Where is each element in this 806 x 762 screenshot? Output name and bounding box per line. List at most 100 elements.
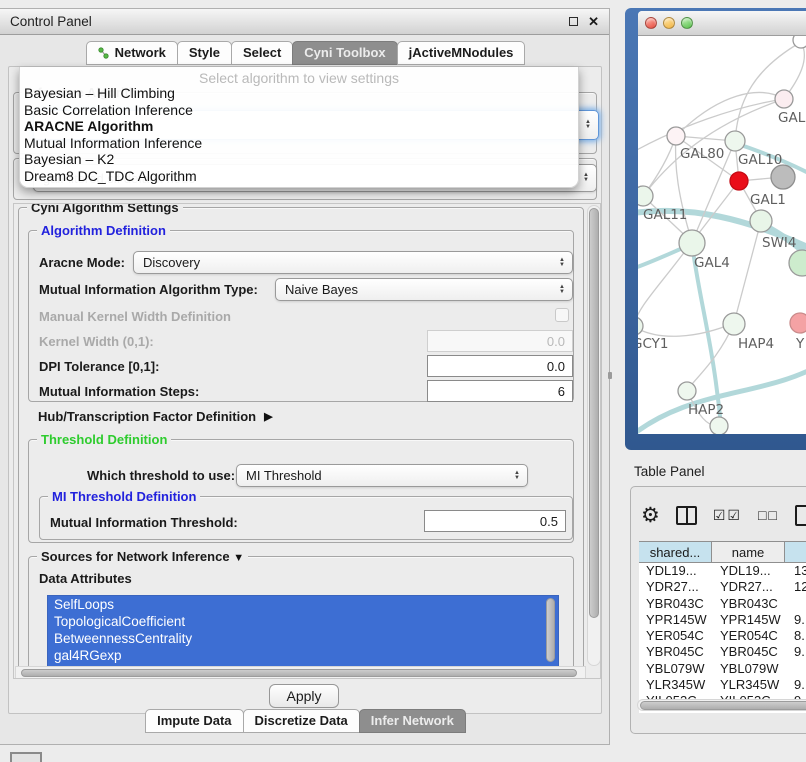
table-cell: YBR043C bbox=[713, 596, 787, 612]
network-node[interactable] bbox=[771, 165, 795, 189]
table-row[interactable]: YDR27...YDR27...12 bbox=[639, 579, 806, 595]
algorithm-option[interactable]: ARACNE Algorithm bbox=[20, 118, 578, 135]
network-window-titlebar bbox=[638, 11, 806, 36]
network-node-label: HAP4 bbox=[738, 336, 774, 352]
table-row[interactable]: YBL079WYBL079W bbox=[639, 661, 806, 677]
attribute-item[interactable]: gal4RGexp bbox=[48, 647, 558, 664]
network-view-inner: GAL7GAL80GAL10GAL1GAL11SWI4GAL4GCY1HAP4Y… bbox=[638, 11, 806, 434]
horizontal-scrollbar-track[interactable] bbox=[15, 666, 586, 679]
algorithm-option[interactable]: Mutual Information Inference bbox=[20, 135, 578, 152]
node-table[interactable]: shared...name YDL19...YDL19...13YDR27...… bbox=[639, 541, 806, 713]
tab-network[interactable]: Network bbox=[86, 41, 178, 65]
vertical-scrollbar-thumb[interactable] bbox=[589, 208, 599, 618]
select-all-checkboxes-icon[interactable]: ☑☑ bbox=[713, 507, 742, 524]
manual-kernel-checkbox[interactable] bbox=[555, 308, 569, 322]
attributes-scrollbar-thumb[interactable] bbox=[546, 598, 555, 662]
network-node-gal1[interactable] bbox=[730, 172, 748, 190]
kernel-width-value: 0.0 bbox=[547, 334, 565, 349]
mi-threshold-field[interactable]: 0.5 bbox=[424, 510, 566, 532]
table-row[interactable]: YPR145WYPR145W9. bbox=[639, 612, 806, 628]
network-node-hap4[interactable] bbox=[723, 313, 745, 335]
hub-transcription-section[interactable]: Hub/Transcription Factor Definition ▶ bbox=[38, 409, 273, 424]
table-hscroll-thumb[interactable] bbox=[640, 701, 806, 710]
new-table-icon[interactable] bbox=[795, 505, 806, 526]
network-node[interactable] bbox=[710, 417, 728, 434]
table-row[interactable]: YER054CYER054C8. bbox=[639, 628, 806, 644]
minimize-traffic-light[interactable] bbox=[663, 17, 675, 29]
split-columns-icon[interactable] bbox=[676, 506, 697, 525]
table-cell: YBL079W bbox=[713, 661, 787, 677]
kernel-width-label: Kernel Width (0,1): bbox=[39, 334, 154, 349]
attribute-item[interactable]: TopologicalCoefficient bbox=[48, 613, 558, 630]
network-node-gal11[interactable] bbox=[638, 186, 653, 206]
network-edge[interactable] bbox=[735, 42, 801, 141]
attribute-item[interactable]: BetweennessCentrality bbox=[48, 630, 558, 647]
table-row[interactable]: YBR045CYBR045C9. bbox=[639, 644, 806, 660]
tab-cyni-toolbox[interactable]: Cyni Toolbox bbox=[292, 41, 397, 65]
dpi-tolerance-field[interactable]: 0.0 bbox=[427, 355, 573, 377]
table-column-header[interactable] bbox=[784, 541, 806, 563]
minimized-panel-box[interactable] bbox=[10, 752, 42, 762]
table-panel-title: Table Panel bbox=[634, 464, 705, 479]
tab-infer-network[interactable]: Infer Network bbox=[359, 709, 466, 733]
horizontal-scrollbar-thumb[interactable] bbox=[21, 669, 577, 677]
tab-impute-data[interactable]: Impute Data bbox=[145, 709, 243, 733]
tab-style[interactable]: Style bbox=[177, 41, 232, 65]
close-icon[interactable]: ✕ bbox=[588, 14, 599, 30]
network-canvas[interactable]: GAL7GAL80GAL10GAL1GAL11SWI4GAL4GCY1HAP4Y… bbox=[638, 36, 806, 434]
tab-jactivemnodules[interactable]: jActiveMNodules bbox=[397, 41, 526, 65]
network-edge[interactable] bbox=[676, 92, 784, 136]
data-attributes-list[interactable]: SelfLoopsTopologicalCoefficientBetweenne… bbox=[47, 595, 559, 667]
mi-type-combobox[interactable]: Naive Bayes ▲▼ bbox=[275, 278, 573, 301]
which-threshold-combobox[interactable]: MI Threshold ▲▼ bbox=[236, 464, 528, 487]
deselect-all-checkboxes-icon[interactable]: □□ bbox=[758, 507, 779, 523]
apply-button-label: Apply bbox=[286, 688, 321, 704]
network-edge[interactable] bbox=[638, 323, 734, 336]
panel-splitter-handle[interactable] bbox=[608, 372, 612, 379]
aracne-mode-combobox[interactable]: Discovery ▲▼ bbox=[133, 251, 573, 274]
apply-button[interactable]: Apply bbox=[269, 684, 339, 708]
tab-discretize-data[interactable]: Discretize Data bbox=[243, 709, 360, 733]
table-panel-toolbar: ⚙ ☑☑ □□ bbox=[641, 495, 806, 535]
algorithm-option[interactable]: Basic Correlation Inference bbox=[20, 102, 578, 119]
algorithm-option[interactable]: Bayesian – K2 bbox=[20, 151, 578, 168]
table-row[interactable]: YDL19...YDL19...13 bbox=[639, 563, 806, 579]
threshold-definition-label: Threshold Definition bbox=[37, 432, 171, 447]
attribute-item[interactable]: SelfLoops bbox=[48, 596, 558, 613]
table-body: YDL19...YDL19...13YDR27...YDR27...12YBR0… bbox=[639, 563, 806, 710]
network-node-gal7[interactable] bbox=[775, 90, 793, 108]
gear-icon[interactable]: ⚙ bbox=[641, 503, 660, 528]
network-node-y[interactable] bbox=[790, 313, 806, 333]
network-node-label: Y bbox=[795, 336, 805, 352]
tab-select[interactable]: Select bbox=[231, 41, 293, 65]
table-cell: YPR145W bbox=[713, 612, 787, 628]
network-edge[interactable] bbox=[734, 221, 761, 323]
algorithm-option[interactable]: Bayesian – Hill Climbing bbox=[20, 85, 578, 102]
kernel-width-field[interactable]: 0.0 bbox=[427, 330, 573, 352]
table-hscroll-track[interactable] bbox=[637, 699, 806, 711]
combo-arrows-icon: ▲▼ bbox=[559, 285, 565, 295]
mi-steps-field[interactable]: 6 bbox=[427, 380, 573, 402]
tab-label: jActiveMNodules bbox=[409, 45, 514, 60]
table-row[interactable]: YLR345WYLR345W9. bbox=[639, 677, 806, 693]
network-node-gal4[interactable] bbox=[679, 230, 705, 256]
network-node-hap2[interactable] bbox=[678, 382, 696, 400]
network-node-swi4[interactable] bbox=[750, 210, 772, 232]
table-cell: YDR27... bbox=[639, 579, 713, 595]
table-column-header[interactable]: shared... bbox=[639, 541, 712, 563]
table-cell: YDR27... bbox=[713, 579, 787, 595]
table-row[interactable]: YBR043CYBR043C bbox=[639, 596, 806, 612]
network-node-gal10[interactable] bbox=[725, 131, 745, 151]
network-node-gal80[interactable] bbox=[667, 127, 685, 145]
hub-transcription-label: Hub/Transcription Factor Definition bbox=[38, 409, 256, 424]
network-node[interactable] bbox=[789, 250, 806, 276]
vertical-scrollbar-track[interactable] bbox=[587, 205, 601, 666]
close-traffic-light[interactable] bbox=[645, 17, 657, 29]
float-window-icon[interactable] bbox=[569, 17, 578, 26]
expanded-arrow-icon[interactable]: ▼ bbox=[233, 552, 244, 564]
network-node-gcy1[interactable] bbox=[638, 317, 643, 335]
table-cell: 13 bbox=[787, 563, 806, 579]
algorithm-option[interactable]: Dream8 DC_TDC Algorithm bbox=[20, 168, 578, 185]
table-column-header[interactable]: name bbox=[711, 541, 785, 563]
zoom-traffic-light[interactable] bbox=[681, 17, 693, 29]
